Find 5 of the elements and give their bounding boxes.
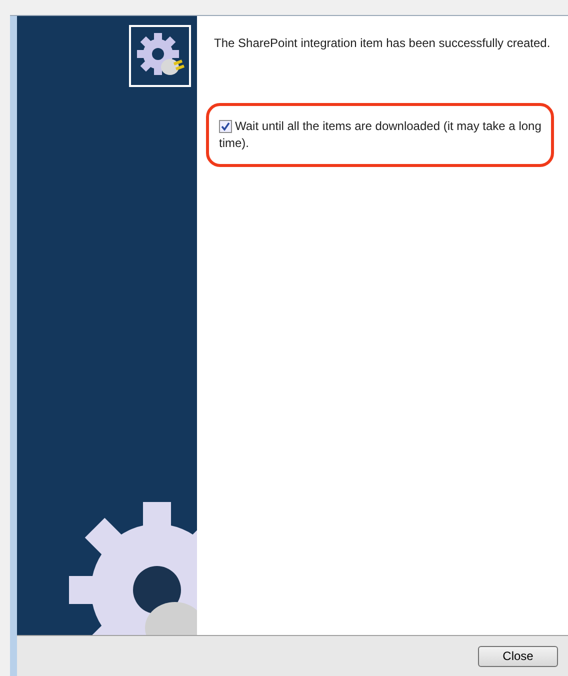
plugin-gear-icon [129, 25, 191, 87]
checkbox-label[interactable]: Wait until all the items are downloaded (it may take a long time). [219, 118, 543, 152]
message-text: The SharePoint integration item has been successfully created. [214, 36, 552, 50]
checkbox[interactable] [219, 120, 232, 133]
close-button[interactable]: Close [478, 646, 558, 666]
